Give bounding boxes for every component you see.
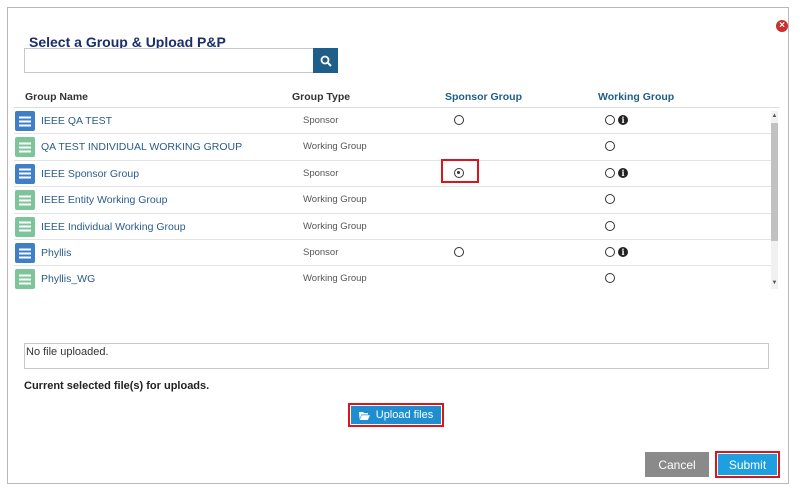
group-name-link[interactable]: QA TEST INDIVIDUAL WORKING GROUP [41,141,242,153]
list-icon [15,269,35,290]
header-group-type: Group Type [292,91,351,103]
working-group-radio[interactable] [605,141,615,152]
group-table: IEEE QA TEST Sponsor i QA TEST INDIVIDUAL W… [14,108,780,290]
sponsor-group-radio[interactable] [454,115,464,125]
group-type-label: Working Group [303,194,367,206]
scroll-down-arrow[interactable]: ▼ [771,279,778,287]
submit-highlight: Submit [715,451,780,478]
group-type-label: Sponsor [303,247,339,258]
folder-open-icon [358,411,370,420]
group-name-link[interactable]: Phyllis_WG [41,273,95,285]
info-icon[interactable]: i [618,247,628,257]
cancel-button[interactable]: Cancel [645,452,709,477]
table-scrollbar[interactable]: ▲ ▼ [771,111,778,289]
scroll-thumb[interactable] [771,123,778,241]
group-type-label: Sponsor [303,167,339,179]
header-group-name: Group Name [25,91,89,103]
search-icon [320,55,332,67]
list-icon [15,137,35,158]
upload-files-label: Upload files [375,409,434,421]
upload-files-button[interactable]: Upload files [351,406,441,424]
list-icon [15,190,35,211]
upload-highlight: Upload files [348,403,444,427]
group-name-link[interactable]: IEEE QA TEST [41,115,112,127]
table-row[interactable]: Phyllis_WG Working Group [14,266,771,290]
sponsor-selection-highlight [441,159,479,183]
working-group-radio[interactable] [605,167,615,178]
group-type-label: Sponsor [303,115,339,126]
group-name-link[interactable]: IEEE Entity Working Group [41,194,167,206]
table-row[interactable]: QA TEST INDIVIDUAL WORKING GROUP Working … [14,134,771,161]
working-group-radio[interactable] [605,194,615,205]
group-type-label: Working Group [303,220,367,232]
group-name-link[interactable]: IEEE Individual Working Group [41,221,186,233]
table-row[interactable]: IEEE Individual Working Group Working Gro… [14,214,771,240]
header-sponsor-group[interactable]: Sponsor Group [445,91,522,103]
list-icon [15,111,35,131]
working-group-radio[interactable] [605,247,615,257]
current-files-label: Current selected file(s) for uploads. [24,380,210,392]
list-icon [15,163,35,184]
info-icon[interactable]: i [618,115,628,125]
working-group-radio[interactable] [605,220,615,231]
close-icon[interactable]: × [776,20,788,32]
table-row[interactable]: IEEE Sponsor Group Sponsor i [14,161,771,188]
header-working-group[interactable]: Working Group [598,91,674,103]
group-name-link[interactable]: IEEE Sponsor Group [41,168,139,180]
sponsor-group-radio[interactable] [454,247,464,257]
submit-button[interactable]: Submit [718,454,777,475]
table-row[interactable]: IEEE QA TEST Sponsor i [14,108,771,135]
search-input[interactable] [24,48,313,73]
group-type-label: Working Group [303,273,367,285]
info-icon[interactable]: i [618,167,628,178]
list-icon [15,216,35,237]
table-row[interactable]: Phyllis Sponsor i [14,240,771,267]
search-button[interactable] [313,48,338,73]
table-row[interactable]: IEEE Entity Working Group Working Group [14,187,771,214]
group-type-label: Working Group [303,141,367,153]
scroll-up-arrow[interactable]: ▲ [771,112,778,120]
list-icon [15,243,35,263]
working-group-radio[interactable] [605,115,615,125]
group-name-link[interactable]: Phyllis [41,247,71,259]
file-status-box: No file uploaded. [24,343,769,369]
working-group-radio[interactable] [605,273,615,284]
table-header: Group Name Group Type Sponsor Group Work… [14,86,780,108]
